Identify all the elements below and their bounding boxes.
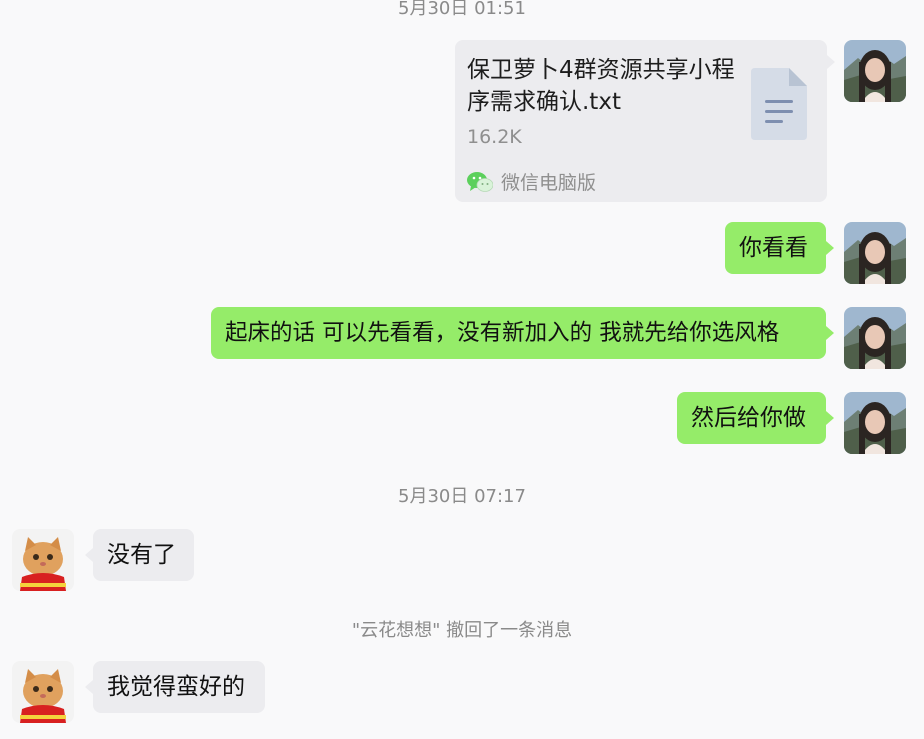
bubble-tail: [827, 55, 835, 69]
txt-document-icon: [751, 68, 807, 144]
message-bubble-me[interactable]: 然后给你做: [677, 392, 826, 444]
file-name: 保卫萝卜4群资源共享小程序需求确认.txt: [467, 57, 735, 115]
bubble-tail: [826, 241, 834, 255]
timestamp-2: 5月30日 07:17: [398, 486, 526, 507]
avatar-them[interactable]: [12, 661, 74, 723]
recall-notice: "云花想想" 撤回了一条消息: [351, 620, 573, 641]
avatar-me[interactable]: [844, 222, 906, 284]
message-bubble-me[interactable]: 起床的话 可以先看看，没有新加入的 我就先给你选风格: [211, 307, 826, 359]
timestamp-1: 5月30日 01:51: [398, 0, 526, 19]
bubble-tail: [85, 548, 93, 562]
avatar-me[interactable]: [844, 392, 906, 454]
message-bubble-them[interactable]: 没有了: [93, 529, 194, 581]
avatar-me[interactable]: [844, 40, 906, 102]
message-bubble-them[interactable]: 我觉得蛮好的: [93, 661, 265, 713]
file-message-card[interactable]: 保卫萝卜4群资源共享小程序需求确认.txt 16.2K 微信电脑版: [455, 40, 827, 202]
avatar-me[interactable]: [844, 307, 906, 369]
avatar-them[interactable]: [12, 529, 74, 591]
file-source-label: 微信电脑版: [501, 172, 597, 194]
bubble-tail: [826, 326, 834, 340]
file-size: 16.2K: [467, 126, 522, 148]
bubble-tail: [826, 411, 834, 425]
message-bubble-me[interactable]: 你看看: [725, 222, 826, 274]
file-source: 微信电脑版: [467, 168, 596, 195]
wechat-icon: [467, 171, 493, 192]
bubble-tail: [85, 680, 93, 694]
